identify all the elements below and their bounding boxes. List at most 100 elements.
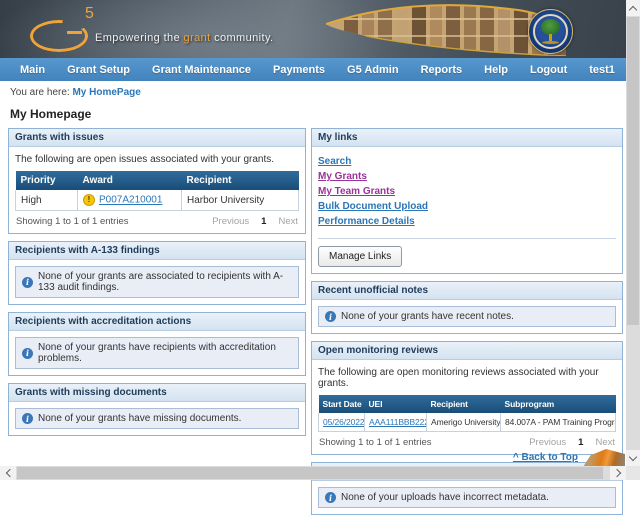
g5-logo-five: 5: [85, 6, 94, 22]
accreditation-info-message: i None of your grants have recipients wi…: [15, 337, 299, 369]
divider: [318, 238, 616, 239]
table-row: High ! P007A210001 Harbor University: [16, 190, 299, 211]
column-header-subprogram: Subprogram: [501, 395, 616, 413]
review-start-date-cell: 05/26/2022: [319, 413, 365, 432]
panel-my-links: My links Search My Grants My Team Grants…: [311, 128, 623, 274]
incorrect-metadata-info-message: i None of your uploads have incorrect me…: [318, 487, 616, 508]
breadcrumb-home-link[interactable]: My HomePage: [72, 87, 140, 98]
a133-info-message: i None of your grants are associated to …: [15, 266, 299, 298]
next-page-button[interactable]: Next: [595, 437, 615, 448]
missing-documents-info-message: i None of your grants have missing docum…: [15, 408, 299, 429]
review-recipient-cell: Amerigo University: [427, 413, 501, 432]
nav-item-logout[interactable]: Logout: [519, 64, 578, 76]
g5-application-window: 5 Empowering the grant community. Main G…: [0, 0, 640, 480]
panel-missing-documents-title: Grants with missing documents: [9, 384, 305, 402]
link-bulk-document-upload[interactable]: Bulk Document Upload: [318, 201, 428, 213]
nav-item-main[interactable]: Main: [9, 64, 56, 76]
vertical-scrollbar[interactable]: [626, 0, 640, 466]
g5-logo-icon: [30, 20, 88, 52]
nav-item-grant-setup[interactable]: Grant Setup: [56, 64, 141, 76]
scroll-right-button[interactable]: [610, 466, 626, 480]
previous-page-button[interactable]: Previous: [212, 216, 249, 227]
nav-item-help[interactable]: Help: [473, 64, 519, 76]
nav-item-payments[interactable]: Payments: [262, 64, 336, 76]
showing-entries-label: Showing 1 to 1 of 1 entries: [16, 216, 129, 227]
chevron-down-icon: [629, 453, 637, 461]
page-number-button[interactable]: 1: [261, 216, 266, 227]
panel-recent-notes: Recent unofficial notes i None of your g…: [311, 281, 623, 334]
back-to-top: ^ Back to Top: [513, 452, 578, 463]
uei-link[interactable]: AAA111BBB222: [369, 417, 427, 427]
panel-a133-title: Recipients with A-133 findings: [9, 242, 305, 260]
column-header-start-date: Start Date: [319, 395, 365, 413]
column-header-award: Award: [78, 171, 182, 190]
back-to-top-link[interactable]: ^ Back to Top: [513, 452, 578, 463]
nav-item-grant-maintenance[interactable]: Grant Maintenance: [141, 64, 262, 76]
scroll-left-button[interactable]: [0, 466, 16, 480]
page-number-button[interactable]: 1: [578, 437, 583, 448]
showing-entries-label: Showing 1 to 1 of 1 entries: [319, 437, 432, 448]
manage-links-button[interactable]: Manage Links: [318, 246, 402, 267]
panel-open-monitoring-reviews: Open monitoring reviews The following ar…: [311, 341, 623, 455]
info-icon: i: [22, 348, 33, 359]
header-tagline: Empowering the grant community.: [95, 32, 274, 44]
issue-priority-cell: High: [16, 190, 78, 211]
panel-grants-with-issues: Grants with issues The following are ope…: [8, 128, 306, 234]
link-my-grants[interactable]: My Grants: [318, 171, 367, 183]
vertical-scrollbar-thumb[interactable]: [627, 17, 639, 325]
issue-recipient-cell: Harbor University: [182, 190, 299, 211]
review-subprogram-cell: 84.007A - PAM Training Program: [501, 413, 616, 432]
review-uei-cell: AAA111BBB222: [365, 413, 427, 432]
monitoring-reviews-table: Start Date UEI Recipient Subprogram 05/2…: [318, 395, 616, 432]
panel-missing-documents: Grants with missing documents i None of …: [8, 383, 306, 436]
nav-item-username[interactable]: test1: [578, 64, 626, 76]
award-number-link[interactable]: P007A210001: [99, 195, 162, 206]
warning-icon: !: [83, 194, 95, 206]
panel-accreditation-actions: Recipients with accreditation actions i …: [8, 312, 306, 376]
monitoring-description: The following are open monitoring review…: [318, 367, 616, 389]
panel-a133-findings: Recipients with A-133 findings i None of…: [8, 241, 306, 305]
g5-logo-crossbar: [67, 31, 82, 34]
header-banner: 5 Empowering the grant community.: [0, 0, 626, 59]
nav-item-reports[interactable]: Reports: [410, 64, 474, 76]
column-header-recipient: Recipient: [182, 171, 299, 190]
link-my-team-grants[interactable]: My Team Grants: [318, 186, 395, 198]
main-navigation: Main Grant Setup Grant Maintenance Payme…: [0, 58, 626, 81]
my-links-list: Search My Grants My Team Grants Bulk Doc…: [318, 155, 616, 229]
scroll-down-button[interactable]: [626, 450, 640, 466]
department-of-education-seal-icon: [528, 9, 573, 54]
left-column: Grants with issues The following are ope…: [8, 128, 306, 522]
panel-monitoring-title: Open monitoring reviews: [312, 342, 622, 360]
horizontal-scrollbar-thumb[interactable]: [17, 467, 603, 479]
link-performance-details[interactable]: Performance Details: [318, 216, 415, 228]
info-icon: i: [22, 277, 33, 288]
table-header-row: Priority Award Recipient: [16, 171, 299, 190]
column-header-recipient: Recipient: [427, 395, 501, 413]
pagination: Previous 1 Next: [529, 437, 615, 448]
panel-recent-notes-title: Recent unofficial notes: [312, 282, 622, 300]
panel-accreditation-title: Recipients with accreditation actions: [9, 313, 305, 331]
scroll-up-button[interactable]: [626, 0, 640, 16]
previous-page-button[interactable]: Previous: [529, 437, 566, 448]
next-page-button[interactable]: Next: [278, 216, 298, 227]
chevron-up-icon: [629, 5, 637, 13]
breadcrumb: You are here: My HomePage: [0, 81, 626, 98]
nav-item-g5-admin[interactable]: G5 Admin: [336, 64, 410, 76]
issue-award-cell: ! P007A210001: [78, 190, 182, 211]
info-icon: i: [22, 413, 33, 424]
column-header-uei: UEI: [365, 395, 427, 413]
start-date-link[interactable]: 05/26/2022: [323, 417, 365, 427]
panel-my-links-title: My links: [312, 129, 622, 147]
page-title: My Homepage: [10, 107, 626, 121]
grants-issues-description: The following are open issues associated…: [15, 154, 299, 165]
horizontal-scrollbar[interactable]: [0, 466, 626, 480]
page-content: You are here: My HomePage My Homepage Gr…: [0, 81, 626, 466]
chevron-left-icon: [5, 469, 13, 477]
breadcrumb-prefix: You are here:: [10, 87, 70, 98]
recent-notes-info-message: i None of your grants have recent notes.: [318, 306, 616, 327]
info-icon: i: [325, 311, 336, 322]
scrollbar-corner: [626, 466, 640, 480]
grants-issues-table: Priority Award Recipient High ! P007A2100…: [15, 171, 299, 211]
column-header-priority: Priority: [16, 171, 78, 190]
link-search[interactable]: Search: [318, 156, 351, 168]
